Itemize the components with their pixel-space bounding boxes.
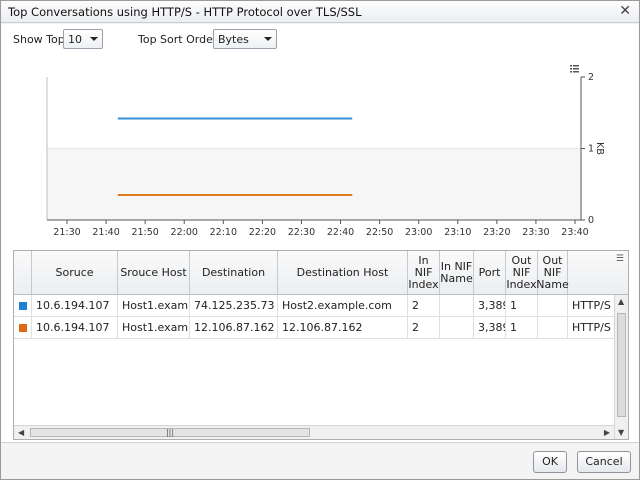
- table-header: Soruce Srouce Host Destination Destination …: [14, 251, 628, 295]
- x-tick-label: 23:10: [444, 227, 471, 238]
- table-cell: 1: [506, 295, 538, 317]
- y-axis-label: KB: [594, 142, 605, 155]
- column-header[interactable]: In NIF Name: [440, 251, 474, 295]
- scroll-down-icon[interactable]: ▼: [618, 428, 624, 437]
- x-tick-label: 23:30: [522, 227, 549, 238]
- column-header[interactable]: In NIF Index: [408, 251, 440, 295]
- table-cell: 2: [408, 295, 440, 317]
- x-tick-label: 21:40: [92, 227, 119, 238]
- chart-menu-icon[interactable]: [570, 65, 579, 73]
- table-cell: 10.6.194.107: [32, 317, 118, 339]
- column-header[interactable]: Out NIF Index: [506, 251, 538, 295]
- horizontal-scroll-thumb[interactable]: |||: [30, 428, 310, 437]
- table-cell: [440, 295, 474, 317]
- series-color-swatch: [19, 324, 27, 332]
- x-tick-label: 21:30: [53, 227, 80, 238]
- column-header[interactable]: Destination: [190, 251, 278, 295]
- x-tick-label: 22:10: [210, 227, 237, 238]
- dialog-footer: OK Cancel: [1, 442, 639, 479]
- chevron-down-icon: [90, 37, 98, 41]
- table-cell: 3,389: [474, 295, 506, 317]
- conversations-table: Soruce Srouce Host Destination Destination …: [13, 250, 629, 440]
- dialog-body: Show Top 10 Top Sort Order Bytes 21:30 21…: [1, 24, 639, 442]
- column-header[interactable]: Soruce: [32, 251, 118, 295]
- show-top-label: Show Top: [13, 33, 65, 46]
- sort-order-select[interactable]: Bytes: [213, 29, 277, 49]
- sort-order-value: Bytes: [218, 33, 249, 46]
- x-tick-label: 22:40: [327, 227, 354, 238]
- plot-background-upper: [47, 77, 581, 149]
- table-cell: 10.6.194.107: [32, 295, 118, 317]
- window-title: Top Conversations using HTTP/S - HTTP Pr…: [8, 5, 362, 19]
- x-tick-label: 22:00: [171, 227, 198, 238]
- table-cell: Host2.example.com: [278, 295, 408, 317]
- series-color-swatch: [19, 302, 27, 310]
- table-cell: 74.125.235.73: [190, 295, 278, 317]
- table-cell: 12.106.87.162: [278, 317, 408, 339]
- table-cell: 2: [408, 317, 440, 339]
- column-header[interactable]: Port: [474, 251, 506, 295]
- column-menu-icon[interactable]: ☰: [616, 253, 624, 265]
- x-tick-label: 23:40: [561, 227, 588, 238]
- x-tick-label: 23:20: [483, 227, 510, 238]
- cancel-button[interactable]: Cancel: [577, 451, 631, 473]
- table-cell: Host1.example.: [118, 317, 190, 339]
- table-row[interactable]: 10.6.194.107Host1.example.12.106.87.1621…: [14, 317, 628, 339]
- table-cell: 3,389: [474, 317, 506, 339]
- table-cell: Host1.example.: [118, 295, 190, 317]
- x-tick-label: 22:50: [366, 227, 393, 238]
- column-header[interactable]: [14, 251, 32, 295]
- scroll-left-icon[interactable]: ◀: [18, 428, 24, 437]
- column-header[interactable]: ☰: [568, 251, 628, 295]
- title-bar: Top Conversations using HTTP/S - HTTP Pr…: [1, 1, 639, 23]
- column-header[interactable]: Out NIF Name: [536, 251, 569, 295]
- column-header[interactable]: Srouce Host: [118, 251, 190, 295]
- row-color-swatch-cell: [14, 295, 32, 317]
- y-tick-label: 1: [588, 144, 594, 155]
- horizontal-scrollbar[interactable]: ◀ ||| ▶: [14, 425, 614, 439]
- column-header[interactable]: Destination Host: [278, 251, 408, 295]
- plot-background-lower: [47, 148, 581, 220]
- y-tick-label: 2: [588, 72, 594, 83]
- vertical-scrollbar[interactable]: ▲ ▼: [614, 295, 628, 439]
- scroll-up-icon[interactable]: ▲: [618, 297, 624, 306]
- scroll-right-icon[interactable]: ▶: [604, 428, 610, 437]
- table-cell: 12.106.87.162: [190, 317, 278, 339]
- ok-button[interactable]: OK: [533, 451, 567, 473]
- show-top-value: 10: [68, 33, 82, 46]
- x-tick-label: 22:20: [249, 227, 276, 238]
- sort-order-label: Top Sort Order: [138, 33, 218, 46]
- close-icon[interactable]: ✕: [619, 3, 631, 19]
- table-cell: [440, 317, 474, 339]
- table-cell: [538, 295, 568, 317]
- y-tick-label: 0: [588, 215, 594, 226]
- vertical-scroll-thumb[interactable]: [617, 313, 626, 417]
- x-tick-label: 21:50: [131, 227, 158, 238]
- chart-area: 21:30 21:40 21:50 22:00 22:10 22:20 22:30 22:40…: [1, 60, 639, 244]
- line-chart: 21:30 21:40 21:50 22:00 22:10 22:20 22:30 22:40…: [46, 65, 605, 238]
- table-row[interactable]: 10.6.194.107Host1.example.74.125.235.73H…: [14, 295, 628, 317]
- chevron-down-icon: [264, 37, 272, 41]
- table-cell: [538, 317, 568, 339]
- show-top-select[interactable]: 10: [63, 29, 103, 49]
- table-cell: 1: [506, 317, 538, 339]
- x-tick-label: 22:30: [288, 227, 315, 238]
- row-color-swatch-cell: [14, 317, 32, 339]
- x-tick-label: 23:00: [405, 227, 432, 238]
- dialog-window: Top Conversations using HTTP/S - HTTP Pr…: [0, 0, 640, 480]
